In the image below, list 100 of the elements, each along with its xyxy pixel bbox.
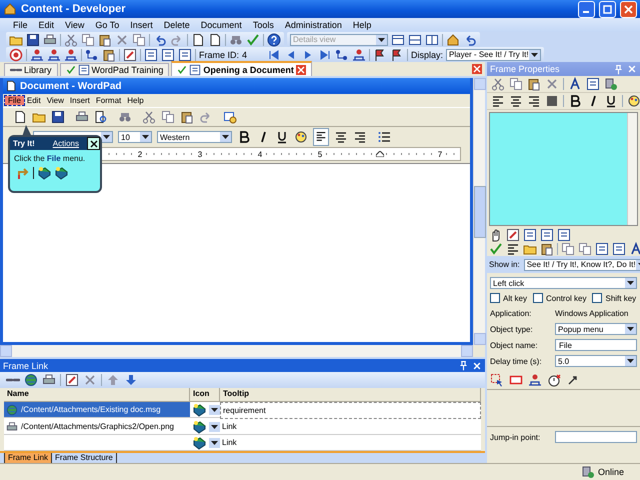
close-tab-icon[interactable] <box>296 64 306 74</box>
user-icon[interactable] <box>528 373 542 387</box>
align-left-button[interactable] <box>313 128 329 146</box>
paste-icon[interactable] <box>98 32 112 46</box>
panel-tab[interactable]: Frame Link <box>4 453 52 464</box>
display-dropdown[interactable]: Player - See It! / Try It! <box>446 48 542 60</box>
script-dropdown[interactable]: Western <box>157 131 232 143</box>
color-icon[interactable] <box>294 130 308 144</box>
frame-icon[interactable] <box>161 48 175 62</box>
indent-marker-icon[interactable] <box>376 151 384 157</box>
align-right-icon[interactable] <box>353 130 367 144</box>
paste-icon[interactable] <box>527 77 541 91</box>
object-name-field[interactable]: File <box>555 339 637 351</box>
find-icon[interactable] <box>118 110 132 124</box>
bold-icon[interactable] <box>568 94 582 108</box>
menu-item[interactable]: File <box>5 96 24 105</box>
list-icon[interactable] <box>506 242 520 256</box>
color-icon[interactable] <box>627 94 640 108</box>
dropdown-arrow-icon[interactable] <box>209 422 220 432</box>
maximize-button[interactable] <box>599 0 616 18</box>
copy-icon[interactable] <box>578 242 592 256</box>
column-header[interactable]: Icon <box>190 388 220 402</box>
font-icon[interactable] <box>568 77 582 91</box>
user-icon[interactable] <box>352 48 366 62</box>
menu-item[interactable]: Edit <box>24 96 44 105</box>
checkbox[interactable] <box>533 293 544 303</box>
layout-icon[interactable] <box>391 32 405 46</box>
server-icon[interactable] <box>604 77 618 91</box>
frame-icon[interactable] <box>595 242 609 256</box>
document-tab[interactable]: Library <box>4 63 58 76</box>
menu-item[interactable]: Help <box>124 96 147 105</box>
action-dropdown[interactable]: Left click <box>490 277 637 289</box>
copy-icon[interactable] <box>161 110 175 124</box>
edit-icon[interactable] <box>123 48 137 62</box>
fork-icon[interactable] <box>16 166 30 180</box>
align-left-icon[interactable] <box>315 130 327 142</box>
menu-item[interactable]: Delete <box>158 20 195 30</box>
user-icon[interactable] <box>47 48 61 62</box>
check-icon[interactable] <box>246 32 260 46</box>
timer-icon[interactable] <box>547 373 561 387</box>
justify-icon[interactable] <box>545 94 559 108</box>
user-icon[interactable] <box>30 48 44 62</box>
frame-icon[interactable] <box>144 48 158 62</box>
dropdown-arrow-icon[interactable] <box>529 50 540 60</box>
bold-icon[interactable] <box>237 130 251 144</box>
move-down-icon[interactable] <box>124 373 138 387</box>
menu-item[interactable]: File <box>8 20 33 30</box>
frame-icon[interactable] <box>557 228 571 242</box>
rectangle-icon[interactable] <box>509 373 523 387</box>
menu-item[interactable]: Insert <box>66 96 93 105</box>
menu-item[interactable]: Format <box>92 96 124 105</box>
underline-icon[interactable] <box>604 94 618 108</box>
delay-dropdown[interactable]: 5.0 <box>555 355 637 367</box>
first-icon[interactable] <box>267 48 282 62</box>
vertical-split-icon[interactable] <box>425 32 439 46</box>
new-icon[interactable] <box>13 110 27 124</box>
close-icon[interactable] <box>90 140 98 148</box>
frame-icon[interactable] <box>523 228 537 242</box>
date-time-icon[interactable] <box>223 110 237 124</box>
frame-icon[interactable] <box>178 48 192 62</box>
last-icon[interactable] <box>318 48 332 62</box>
nodes-icon[interactable] <box>335 48 350 62</box>
checkbox[interactable] <box>490 293 500 303</box>
print-preview-icon[interactable] <box>94 110 108 124</box>
online-icon[interactable] <box>580 465 595 479</box>
edit-icon[interactable] <box>506 228 520 242</box>
dropdown-arrow-icon[interactable] <box>625 324 636 334</box>
minimize-button[interactable] <box>578 0 595 18</box>
dropdown-arrow-icon[interactable] <box>101 132 112 142</box>
menu-item[interactable]: Insert <box>125 20 158 30</box>
document-tab[interactable]: WordPad Training <box>60 63 170 76</box>
font-icon[interactable] <box>629 242 640 256</box>
dropdown-arrow-icon[interactable] <box>625 278 636 288</box>
name-cell[interactable]: /Content/Attachments/Graphics2/Open.png <box>4 419 190 435</box>
vertical-scrollbar[interactable] <box>473 78 485 345</box>
jump-in-field[interactable] <box>555 431 637 443</box>
dropdown-arrow-icon[interactable] <box>140 132 151 142</box>
tooltip-cell[interactable]: requirement <box>220 402 481 419</box>
checkbox[interactable] <box>592 293 602 303</box>
menu-item[interactable]: Go To <box>90 20 124 30</box>
text-frame-icon[interactable] <box>586 77 600 91</box>
paste-icon[interactable] <box>102 48 116 62</box>
pin-icon[interactable] <box>613 64 624 74</box>
nodes-icon[interactable] <box>85 48 99 62</box>
dropdown-arrow-icon[interactable] <box>625 356 636 366</box>
menu-item[interactable]: Edit <box>34 20 60 30</box>
horizontal-split-icon[interactable] <box>408 32 422 46</box>
underline-icon[interactable] <box>275 130 289 144</box>
menu-item[interactable]: Help <box>348 20 376 30</box>
save-icon[interactable] <box>51 110 65 124</box>
check-icon[interactable] <box>489 242 503 256</box>
menu-item[interactable]: Administration <box>280 20 347 30</box>
save-icon[interactable] <box>26 32 40 46</box>
show-in-dropdown[interactable]: See It! / Try It!, Know It?, Do It! <box>524 258 640 270</box>
pencil-icon[interactable] <box>65 373 79 387</box>
actions-link[interactable]: Actions <box>42 139 79 148</box>
align-right-icon[interactable] <box>527 94 541 108</box>
cut-icon[interactable] <box>142 110 156 124</box>
menu-item[interactable]: Tools <box>248 20 279 30</box>
print-icon[interactable] <box>75 110 89 124</box>
